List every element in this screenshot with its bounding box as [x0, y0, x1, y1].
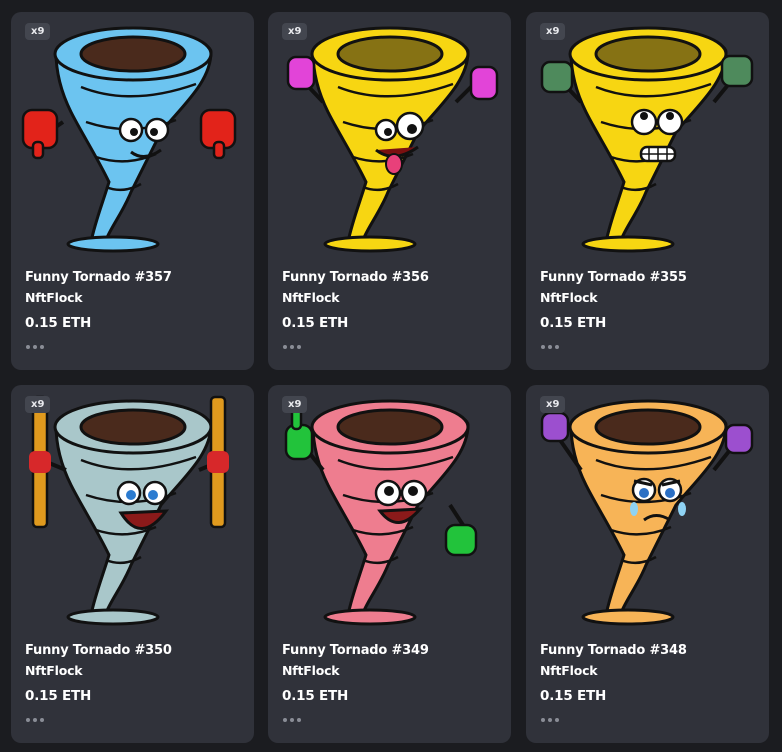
- edition-count-badge: x9: [282, 396, 308, 413]
- creator-name[interactable]: NftFlock: [25, 290, 83, 305]
- nft-title[interactable]: Funny Tornado #348: [540, 643, 687, 658]
- tornado-crying-icon: [540, 399, 754, 626]
- price: 0.15 ETH: [25, 688, 92, 704]
- creator-name[interactable]: NftFlock: [282, 290, 340, 305]
- nft-card[interactable]: x9 Funny Tornado #350 NftFlock 0.15 ETH: [11, 385, 254, 743]
- nft-card[interactable]: x9 Funny Tornado #348 NftFlock 0.15 ETH: [526, 385, 769, 743]
- tornado-tongue-icon: [286, 26, 499, 253]
- price: 0.15 ETH: [540, 688, 607, 704]
- nft-title[interactable]: Funny Tornado #350: [25, 643, 172, 658]
- tornado-pointing-icon: [284, 399, 478, 626]
- creator-name[interactable]: NftFlock: [540, 663, 598, 678]
- creator-name[interactable]: NftFlock: [540, 290, 598, 305]
- nft-title[interactable]: Funny Tornado #356: [282, 270, 429, 285]
- nft-card[interactable]: x9 Funny Tornado #349 NftFlock 0.15 ETH: [268, 385, 511, 743]
- nft-card[interactable]: x9 Funny Tornado #357 NftFlock 0.15 ETH: [11, 12, 254, 370]
- nft-title[interactable]: Funny Tornado #349: [282, 643, 429, 658]
- nft-title[interactable]: Funny Tornado #357: [25, 270, 172, 285]
- edition-count-badge: x9: [540, 23, 566, 40]
- price: 0.15 ETH: [282, 688, 349, 704]
- price: 0.15 ETH: [282, 315, 349, 331]
- creator-name[interactable]: NftFlock: [25, 663, 83, 678]
- more-options-icon[interactable]: [541, 712, 565, 726]
- tornado-scared-icon: [540, 26, 754, 253]
- edition-count-badge: x9: [282, 23, 308, 40]
- more-options-icon[interactable]: [26, 712, 50, 726]
- nft-card[interactable]: x9 Funny Tornado #355 NftFlock 0.15 ETH: [526, 12, 769, 370]
- edition-count-badge: x9: [25, 23, 51, 40]
- more-options-icon[interactable]: [283, 712, 307, 726]
- tornado-arms-down-icon: [21, 26, 237, 253]
- nft-title[interactable]: Funny Tornado #355: [540, 270, 687, 285]
- creator-name[interactable]: NftFlock: [282, 663, 340, 678]
- price: 0.15 ETH: [25, 315, 92, 331]
- edition-count-badge: x9: [25, 396, 51, 413]
- more-options-icon[interactable]: [26, 339, 50, 353]
- nft-card[interactable]: x9 Funny Tornado #356 NftFlock 0.15 ETH: [268, 12, 511, 370]
- edition-count-badge: x9: [540, 396, 566, 413]
- more-options-icon[interactable]: [283, 339, 307, 353]
- price: 0.15 ETH: [540, 315, 607, 331]
- more-options-icon[interactable]: [541, 339, 565, 353]
- tornado-fries-icon: [29, 395, 229, 626]
